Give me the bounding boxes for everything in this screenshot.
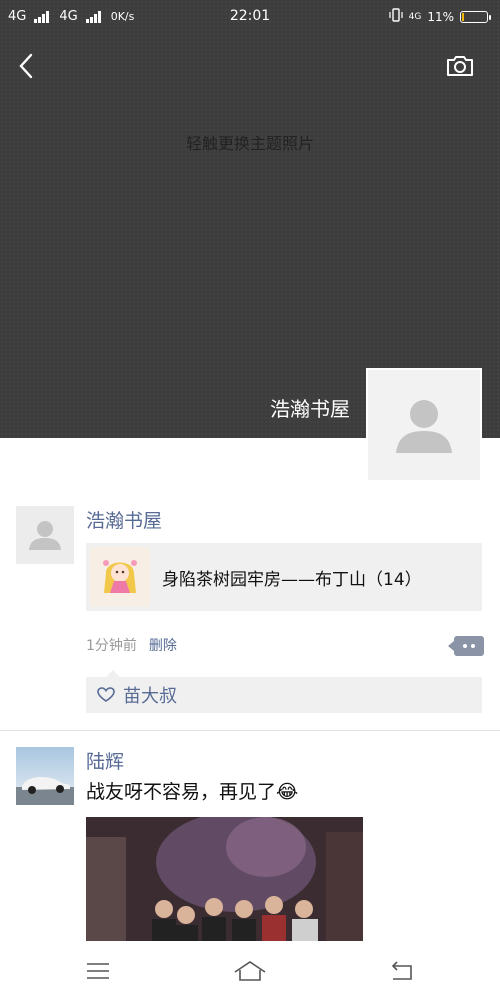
network-small-label: 4G bbox=[408, 11, 422, 22]
likes-panel: 苗大叔 bbox=[86, 670, 482, 713]
anime-girl-image bbox=[92, 549, 148, 605]
post-time: 1分钟前 bbox=[86, 638, 137, 654]
battery-percent: 11% bbox=[427, 9, 454, 24]
post-author-avatar[interactable] bbox=[16, 747, 74, 805]
link-thumbnail bbox=[90, 547, 150, 607]
post-text: 战友呀不容易，再见了😂 bbox=[86, 781, 299, 803]
post-meta: 1分钟前 删除 bbox=[86, 635, 177, 655]
back-nav-button[interactable] bbox=[382, 956, 422, 986]
chevron-left-icon bbox=[19, 53, 33, 79]
status-bar: 4G 4G 0K/s 22:01 4G 11% bbox=[0, 0, 500, 34]
menu-button[interactable] bbox=[78, 956, 118, 986]
owner-name: 浩瀚书屋 bbox=[270, 397, 350, 421]
post-photo[interactable] bbox=[86, 817, 363, 941]
return-icon bbox=[391, 961, 412, 980]
post-divider bbox=[0, 730, 500, 731]
camera-button[interactable] bbox=[442, 48, 478, 84]
default-avatar-icon bbox=[396, 400, 452, 453]
menu-icon bbox=[87, 963, 109, 979]
post-author-name[interactable]: 浩瀚书屋 bbox=[86, 506, 162, 533]
home-button[interactable] bbox=[230, 956, 270, 986]
post-author-avatar[interactable] bbox=[16, 506, 74, 564]
system-nav-bar bbox=[0, 942, 500, 1000]
battery-icon bbox=[460, 10, 491, 23]
car-image bbox=[16, 747, 74, 805]
post-author-name[interactable]: 陆辉 bbox=[86, 747, 124, 774]
owner-avatar[interactable] bbox=[366, 368, 482, 482]
change-cover-hint[interactable]: 轻触更换主题照片 bbox=[0, 130, 500, 154]
comment-like-button[interactable] bbox=[448, 636, 484, 656]
group-photo-image bbox=[86, 817, 363, 941]
vibrate-icon bbox=[389, 8, 403, 25]
shared-link-card[interactable]: 身陷茶树园牢房——布丁山（14） bbox=[86, 543, 482, 611]
delete-link[interactable]: 删除 bbox=[149, 638, 177, 654]
link-title: 身陷茶树园牢房——布丁山（14） bbox=[162, 569, 422, 590]
home-icon bbox=[234, 961, 266, 981]
camera-icon bbox=[447, 56, 473, 76]
back-button[interactable] bbox=[8, 48, 44, 84]
heart-icon bbox=[97, 687, 115, 702]
default-avatar-icon bbox=[29, 521, 61, 550]
liker-name[interactable]: 苗大叔 bbox=[123, 682, 177, 708]
